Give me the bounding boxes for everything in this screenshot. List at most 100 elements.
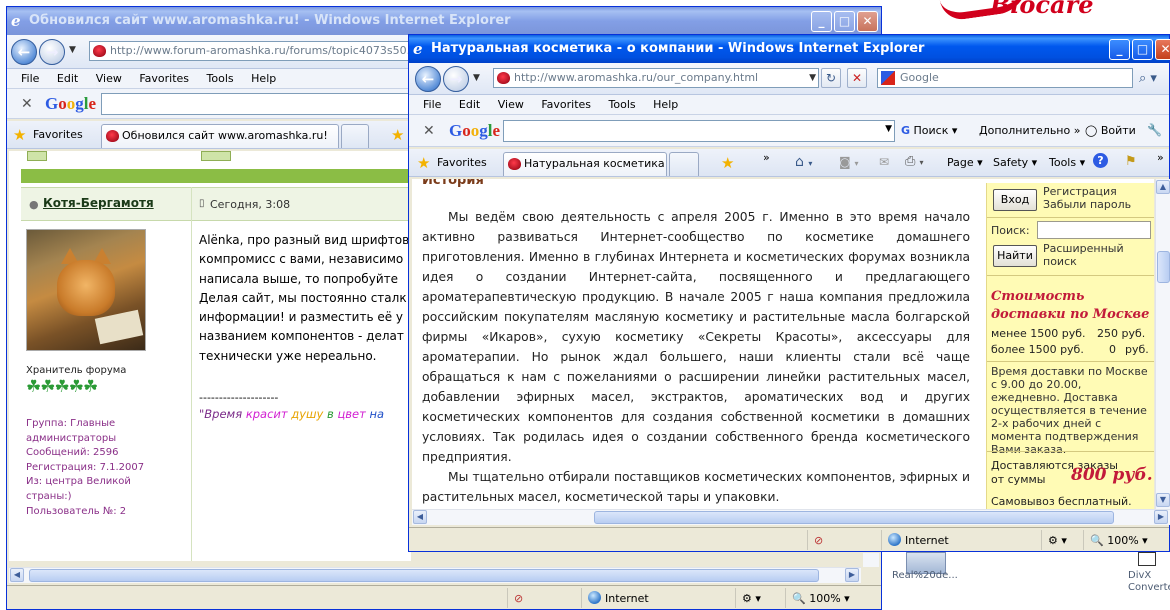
back-button[interactable]: ← — [11, 39, 37, 65]
close-button[interactable]: ✕ — [857, 11, 878, 32]
favorites-star-icon[interactable]: ★ — [13, 126, 26, 144]
advanced-search-link[interactable]: поиск — [1043, 256, 1077, 268]
mail-icon[interactable]: ✉ — [879, 155, 889, 169]
more-chevron-icon[interactable]: » — [763, 151, 770, 164]
scroll-right-button[interactable]: ▶ — [845, 568, 859, 582]
feeds-icon[interactable]: ◙ ▾ — [839, 155, 858, 169]
menu-view[interactable]: View — [498, 98, 524, 111]
minimize-button[interactable]: _ — [1109, 39, 1130, 60]
front-vertical-scrollbar[interactable]: ▲ ▼ — [1155, 179, 1170, 509]
stat-line: Регистрация: 7.1.2007 — [26, 461, 145, 473]
menu-edit[interactable]: Edit — [57, 72, 78, 85]
search-box[interactable]: Google — [877, 68, 1133, 88]
post-author-link[interactable]: Котя-Бергамотя — [43, 196, 154, 210]
tab-company[interactable]: Натуральная косметика ... — [503, 152, 667, 176]
scroll-down-button[interactable]: ▼ — [1156, 493, 1170, 507]
google-search-input[interactable] — [101, 93, 421, 115]
find-button[interactable]: Найти — [993, 245, 1037, 267]
menu-edit[interactable]: Edit — [459, 98, 480, 111]
add-favorite-icon[interactable]: ★ — [391, 126, 404, 144]
menu-tools[interactable]: Tools — [207, 72, 234, 85]
stop-button[interactable]: ✕ — [847, 68, 867, 88]
scroll-up-button[interactable]: ▲ — [1156, 180, 1170, 194]
search-go-icon[interactable]: ⌕ ▾ — [1139, 71, 1157, 86]
scroll-left-button[interactable]: ◀ — [413, 510, 427, 524]
wrench-icon[interactable]: 🔧 — [1147, 123, 1162, 137]
help-icon[interactable]: ? — [1093, 153, 1108, 168]
back-horizontal-scrollbar[interactable]: ◀ ▶ — [9, 567, 861, 583]
nav-dropdown-icon[interactable]: ▼ — [69, 45, 76, 55]
menu-bar: File Edit View Favorites Tools Help — [409, 95, 1169, 115]
google-search-input[interactable]: ▼ — [503, 120, 895, 142]
menu-help[interactable]: Help — [251, 72, 276, 85]
protected-mode[interactable]: ⚙ ▾ — [735, 588, 783, 608]
popup-blocked-icon[interactable]: ⊘ — [514, 592, 523, 605]
new-tab-button[interactable] — [669, 152, 699, 176]
menu-favorites[interactable]: Favorites — [139, 72, 189, 85]
address-dropdown-icon[interactable]: ▼ — [809, 69, 816, 87]
close-toolbar-icon[interactable]: ✕ — [21, 96, 33, 112]
scroll-thumb[interactable] — [594, 511, 1114, 524]
google-login-button[interactable]: ◯ Войти — [1085, 124, 1136, 137]
site-search-input[interactable] — [1037, 221, 1151, 239]
favorites-star-icon[interactable]: ★ — [417, 154, 430, 172]
favorites-button[interactable]: Favorites — [437, 156, 487, 169]
close-button[interactable]: ✕ — [1155, 39, 1170, 60]
zoom-control[interactable]: 🔍 100% ▾ — [1083, 530, 1167, 550]
back-button[interactable]: ← — [415, 66, 441, 92]
menu-view[interactable]: View — [96, 72, 122, 85]
register-link[interactable]: Регистрация — [1043, 186, 1117, 198]
scroll-thumb[interactable] — [29, 569, 819, 582]
maximize-button[interactable]: □ — [1132, 39, 1153, 60]
google-more-button[interactable]: Дополнительно » — [979, 124, 1080, 137]
protected-mode[interactable]: ⚙ ▾ — [1041, 530, 1081, 550]
advanced-search-link[interactable]: Расширенный — [1043, 243, 1124, 255]
refresh-button[interactable]: ↻ — [821, 68, 841, 88]
minimize-button[interactable]: _ — [811, 11, 832, 32]
forward-button[interactable]: → — [443, 66, 469, 92]
forum-top-button[interactable] — [27, 151, 47, 161]
zoom-control[interactable]: 🔍 100% ▾ — [785, 588, 855, 608]
menu-help[interactable]: Help — [653, 98, 678, 111]
site-favicon-icon — [93, 45, 106, 57]
login-button[interactable]: Вход — [993, 189, 1037, 211]
front-window-titlebar[interactable]: e Натуральная косметика - о компании - W… — [409, 35, 1169, 63]
tools-label: Tools — [1049, 156, 1077, 169]
address-bar[interactable]: http://www.aromashka.ru/our_company.html… — [493, 68, 819, 88]
scroll-thumb[interactable] — [1157, 251, 1170, 283]
research-icon[interactable]: ⚑ — [1125, 154, 1137, 169]
menu-file[interactable]: File — [423, 98, 441, 111]
address-bar[interactable]: http://www.forum-aromashka.ru/forums/top… — [89, 41, 419, 61]
page-menu[interactable]: Page ▾ — [947, 156, 983, 169]
tools-menu[interactable]: Tools ▾ — [1049, 156, 1085, 169]
tab-forum[interactable]: Обновился сайт www.aromashka.ru! — [101, 124, 339, 148]
front-browser-window[interactable]: e Натуральная косметика - о компании - W… — [408, 34, 1170, 552]
safety-menu[interactable]: Safety ▾ — [993, 156, 1037, 169]
forgot-password-link[interactable]: Забыли пароль — [1043, 199, 1131, 211]
print-icon[interactable]: ⎙ ▾ — [905, 154, 924, 169]
menu-tools[interactable]: Tools — [609, 98, 636, 111]
menu-favorites[interactable]: Favorites — [541, 98, 591, 111]
home-icon[interactable]: ⌂ ▾ — [795, 154, 812, 170]
forward-button[interactable]: → — [39, 39, 65, 65]
close-toolbar-icon[interactable]: ✕ — [423, 123, 435, 139]
menu-file[interactable]: File — [21, 72, 39, 85]
google-input-dropdown-icon[interactable]: ▼ — [885, 124, 892, 134]
desktop-icon-divx[interactable] — [1138, 552, 1156, 566]
new-tab-button[interactable] — [341, 124, 369, 148]
more-chevron-icon[interactable]: » — [1157, 151, 1164, 164]
user-clovers-icon: ☘☘☘☘☘ — [26, 377, 98, 397]
google-search-button[interactable]: G Поиск ▾ — [901, 124, 957, 137]
back-vscroll-bottom[interactable] — [863, 553, 879, 567]
nav-dropdown-icon[interactable]: ▼ — [473, 73, 480, 83]
favorites-button[interactable]: Favorites — [33, 128, 83, 141]
maximize-button[interactable]: □ — [834, 11, 855, 32]
add-favorite-icon[interactable]: ★ — [721, 154, 734, 172]
scroll-right-button[interactable]: ▶ — [1154, 510, 1168, 524]
scroll-left-button[interactable]: ◀ — [10, 568, 24, 582]
popup-blocked-icon[interactable]: ⊘ — [814, 534, 823, 547]
delivery-time-text: Время доставки по Москве с 9.00 до 20.00… — [991, 365, 1148, 456]
front-horizontal-scrollbar[interactable]: ◀ ▶ — [412, 509, 1170, 525]
forum-top-button[interactable] — [201, 151, 231, 161]
back-window-titlebar[interactable]: e Обновился сайт www.aromashka.ru! - Win… — [7, 7, 881, 35]
